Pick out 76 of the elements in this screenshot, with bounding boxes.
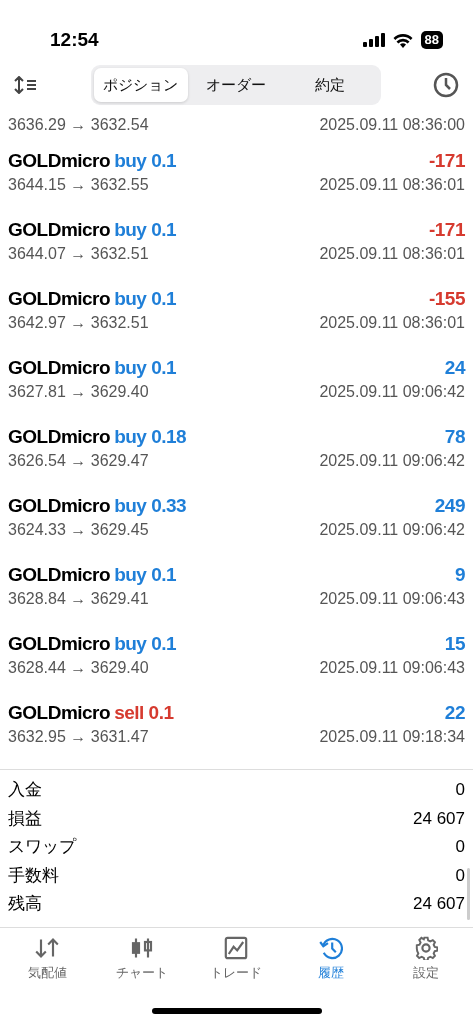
trade-prices: 3644.15 → 3632.55 — [8, 175, 149, 195]
trade-profit: 78 — [444, 425, 465, 449]
trade-symbol: GOLDmicro — [8, 701, 111, 725]
history-clock-icon[interactable] — [433, 72, 459, 98]
trade-time: 2025.09.11 08:36:01 — [319, 313, 465, 333]
trade-prices: 3636.29 → 3632.54 — [8, 115, 149, 135]
trade-type: buy 0.1 — [114, 218, 177, 242]
history-icon — [319, 935, 344, 960]
trade-type: buy 0.1 — [114, 149, 177, 173]
trade-symbol: GOLDmicro — [8, 563, 111, 587]
battery-level: 88 — [420, 31, 443, 49]
tab-bar-item[interactable]: 気配値 — [0, 927, 95, 983]
scrollbar — [467, 868, 470, 920]
summary-label: スワップ — [8, 836, 76, 858]
trade-profit: 24 — [444, 356, 465, 380]
trade-time: 2025.09.11 09:06:42 — [319, 520, 465, 540]
trade-type: buy 0.18 — [114, 425, 187, 449]
trade-prices: 3628.84 → 3629.41 — [8, 589, 149, 609]
tab-bar-item[interactable]: 履歴 — [283, 927, 379, 983]
settings-icon — [413, 935, 438, 960]
trade-type: buy 0.1 — [114, 632, 177, 656]
tab-bar-item[interactable]: チャート — [94, 927, 190, 983]
trade-prices: 3626.54 → 3629.47 — [8, 451, 149, 471]
trade-type: buy 0.33 — [114, 494, 187, 518]
trade-symbol: GOLDmicro — [8, 632, 111, 656]
trade-time: 2025.09.11 09:06:43 — [319, 658, 465, 678]
trade-profit: 22 — [444, 701, 465, 725]
tab-bar-item[interactable]: トレード — [189, 927, 284, 983]
summary-label: 損益 — [8, 807, 42, 830]
trade-symbol: GOLDmicro — [8, 356, 111, 380]
trade-profit: 249 — [434, 494, 465, 518]
summary-value: 24 607 — [413, 807, 465, 830]
candlestick-icon — [129, 935, 154, 960]
trade-type: buy 0.1 — [114, 356, 177, 380]
trade-type: sell 0.1 — [114, 701, 174, 725]
segment-tab[interactable]: ポジション — [93, 67, 189, 103]
trade-time: 2025.09.11 08:36:01 — [319, 244, 465, 264]
tab-bar-item[interactable]: 設定 — [378, 927, 473, 983]
trade-profit: 9 — [454, 563, 465, 587]
trade-profit: 15 — [444, 632, 465, 656]
trade-prices: 3644.07 → 3632.51 — [8, 244, 149, 264]
trade-time: 2025.09.11 09:06:42 — [319, 451, 465, 471]
wifi-icon — [392, 32, 413, 48]
segment-tab[interactable]: オーダー — [188, 67, 283, 103]
trade-prices: 3627.81 → 3629.40 — [8, 382, 149, 402]
trade-symbol: GOLDmicro — [8, 425, 111, 449]
trade-time: 2025.09.11 08:36:01 — [319, 175, 465, 195]
trade-profit: -171 — [428, 218, 465, 242]
trade-type: buy 0.1 — [114, 563, 177, 587]
trade-time: 2025.09.11 09:18:34 — [319, 727, 465, 747]
summary-label: 手数料 — [8, 864, 59, 887]
trade-symbol: GOLDmicro — [8, 149, 111, 173]
summary-value: 24 607 — [413, 893, 465, 915]
summary-label: 残高 — [8, 893, 42, 915]
trade-symbol: GOLDmicro — [8, 287, 111, 311]
signal-icon — [362, 33, 385, 47]
trade-symbol: GOLDmicro — [8, 218, 111, 242]
trade-symbol: GOLDmicro — [8, 494, 111, 518]
status-time: 12:54 — [50, 27, 99, 52]
trade-profit: -171 — [428, 149, 465, 173]
trade-prices: 3642.97 → 3632.51 — [8, 313, 149, 333]
trade-profit: -155 — [428, 287, 465, 311]
summary-value: 0 — [455, 779, 465, 801]
sort-icon[interactable] — [14, 76, 38, 94]
trade-prices: 3624.33 → 3629.45 — [8, 520, 149, 540]
trade-time: 2025.09.11 09:06:42 — [319, 382, 465, 402]
segment-tab[interactable]: 約定 — [282, 67, 378, 103]
trade-time: 2025.09.11 08:36:00 — [319, 115, 465, 135]
summary-label: 入金 — [8, 779, 42, 801]
summary-value: 0 — [455, 836, 465, 858]
trade-type: buy 0.1 — [114, 287, 177, 311]
trade-prices: 3628.44 → 3629.40 — [8, 658, 149, 678]
trade-time: 2025.09.11 09:06:43 — [319, 589, 465, 609]
summary-value: 0 — [455, 864, 465, 887]
trade-prices: 3632.95 → 3631.47 — [8, 727, 149, 747]
line-chart-icon — [224, 935, 249, 960]
